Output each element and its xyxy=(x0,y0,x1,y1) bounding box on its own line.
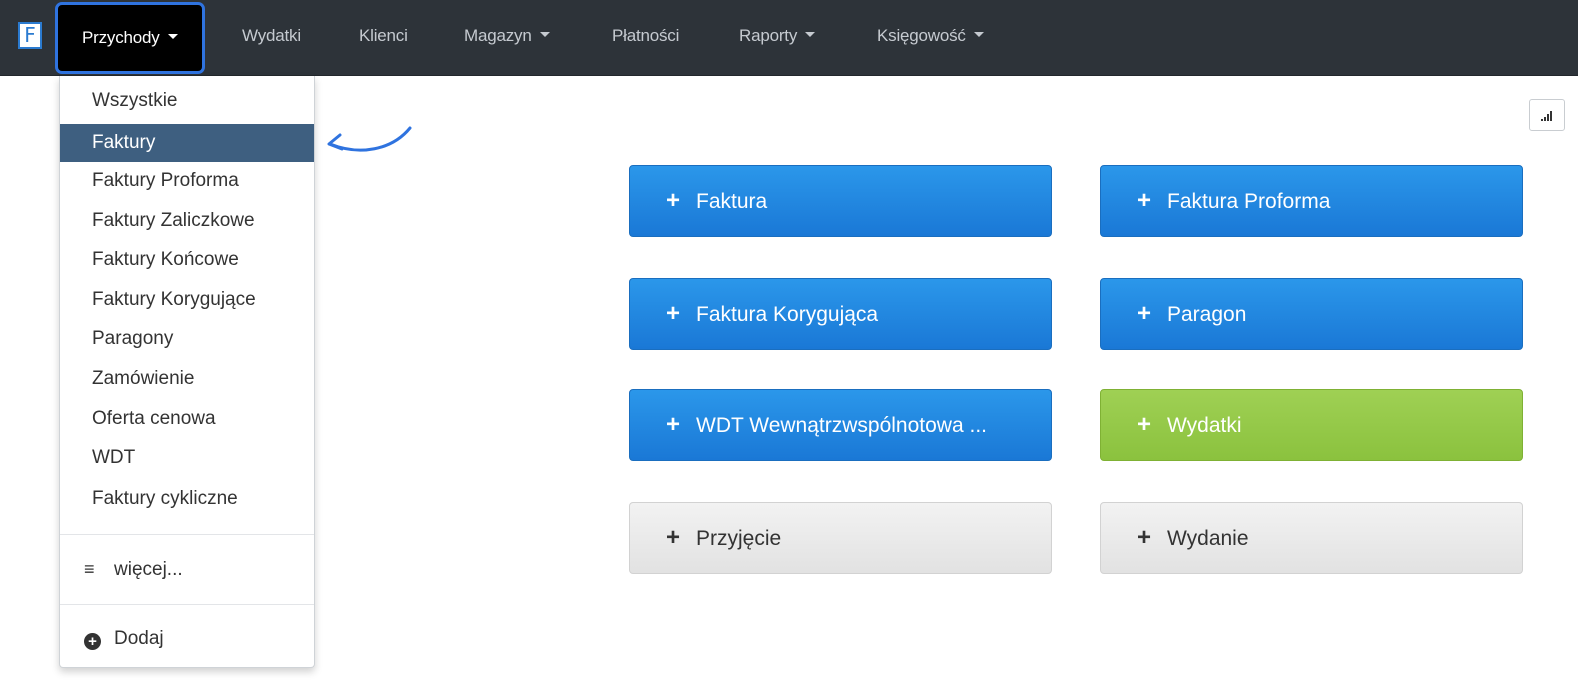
menu-item-paragony[interactable]: Paragony xyxy=(60,320,314,358)
plus-icon: + xyxy=(666,411,681,438)
button-label: Faktura Korygująca xyxy=(696,303,879,326)
signal-bars-icon xyxy=(1541,111,1552,121)
hamburger-icon: ≡ xyxy=(84,559,95,579)
plus-icon: + xyxy=(666,300,681,327)
new-faktura-korygujaca-button[interactable]: + Faktura Korygująca xyxy=(629,278,1052,350)
nav-label: Księgowość xyxy=(877,26,966,45)
new-paragon-button[interactable]: + Paragon xyxy=(1100,278,1523,350)
nav-label: Magazyn xyxy=(464,26,532,45)
button-label: Faktura Proforma xyxy=(1167,190,1331,213)
button-label: Wydatki xyxy=(1167,414,1242,437)
menu-item-faktury-cykliczne[interactable]: Faktury cykliczne xyxy=(60,480,314,518)
nav-wydatki[interactable]: Wydatki xyxy=(242,0,301,76)
plus-icon: + xyxy=(666,524,681,551)
circle-plus-icon: + xyxy=(84,633,101,650)
menu-item-wiecej[interactable]: ≡ więcej... xyxy=(60,549,314,589)
stats-button[interactable] xyxy=(1529,99,1565,131)
menu-item-label: więcej... xyxy=(114,559,183,580)
nav-platnosci[interactable]: Płatności xyxy=(612,0,679,76)
menu-item-faktury-zaliczkowe[interactable]: Faktury Zaliczkowe xyxy=(60,202,314,240)
menu-item-faktury-korygujace[interactable]: Faktury Korygujące xyxy=(60,281,314,319)
menu-item-label: Dodaj xyxy=(114,628,164,649)
button-label: Przyjęcie xyxy=(696,527,782,550)
new-wydanie-button[interactable]: + Wydanie xyxy=(1100,502,1523,574)
button-label: Paragon xyxy=(1167,303,1247,326)
nav-klienci[interactable]: Klienci xyxy=(359,0,408,76)
nav-label: Klienci xyxy=(359,26,408,45)
nav-raporty[interactable]: Raporty xyxy=(739,0,816,76)
caret-down-icon xyxy=(805,32,816,38)
plus-icon: + xyxy=(1137,300,1152,327)
button-label: WDT Wewnątrzwspólnotowa ... xyxy=(696,414,987,437)
button-label: Faktura xyxy=(696,190,768,213)
menu-item-oferta-cenowa[interactable]: Oferta cenowa xyxy=(60,400,314,438)
annotation-arrow-icon xyxy=(327,126,412,152)
new-wydatki-button[interactable]: + Wydatki xyxy=(1100,389,1523,461)
plus-icon: + xyxy=(1137,524,1152,551)
new-faktura-proforma-button[interactable]: + Faktura Proforma xyxy=(1100,165,1523,237)
new-wdt-button[interactable]: + WDT Wewnątrzwspólnotowa ... xyxy=(629,389,1052,461)
new-przyjecie-button[interactable]: + Przyjęcie xyxy=(629,502,1052,574)
menu-item-faktury[interactable]: Faktury xyxy=(60,124,314,162)
new-faktura-button[interactable]: + Faktura xyxy=(629,165,1052,237)
plus-icon: + xyxy=(666,187,681,214)
caret-down-icon xyxy=(973,32,984,38)
menu-item-faktury-koncowe[interactable]: Faktury Końcowe xyxy=(60,241,314,279)
menu-item-wszystkie[interactable]: Wszystkie xyxy=(60,82,314,120)
nav-label: Wydatki xyxy=(242,26,301,45)
app-logo-icon[interactable]: F xyxy=(18,22,42,49)
menu-item-dodaj[interactable]: + Dodaj xyxy=(60,619,314,659)
button-label: Wydanie xyxy=(1167,527,1249,550)
przychody-dropdown-menu: Wszystkie Faktury Faktury Proforma Faktu… xyxy=(59,76,315,668)
menu-item-wdt[interactable]: WDT xyxy=(60,439,314,477)
caret-down-icon xyxy=(539,32,550,38)
nav-magazyn[interactable]: Magazyn xyxy=(464,0,550,76)
caret-down-icon xyxy=(167,34,178,40)
nav-label: Przychody xyxy=(82,28,160,47)
menu-item-faktury-proforma[interactable]: Faktury Proforma xyxy=(60,162,314,200)
nav-przychody[interactable]: Przychody xyxy=(55,2,205,74)
menu-divider xyxy=(60,534,314,535)
menu-item-zamowienie[interactable]: Zamówienie xyxy=(60,360,314,398)
plus-icon: + xyxy=(1137,187,1152,214)
menu-divider xyxy=(60,604,314,605)
nav-label: Raporty xyxy=(739,26,798,45)
plus-icon: + xyxy=(1137,411,1152,438)
nav-label: Płatności xyxy=(612,26,680,45)
nav-ksiegowosc[interactable]: Księgowość xyxy=(877,0,984,76)
top-navbar: F Przychody Wydatki Klienci Magazyn Płat… xyxy=(0,0,1578,76)
